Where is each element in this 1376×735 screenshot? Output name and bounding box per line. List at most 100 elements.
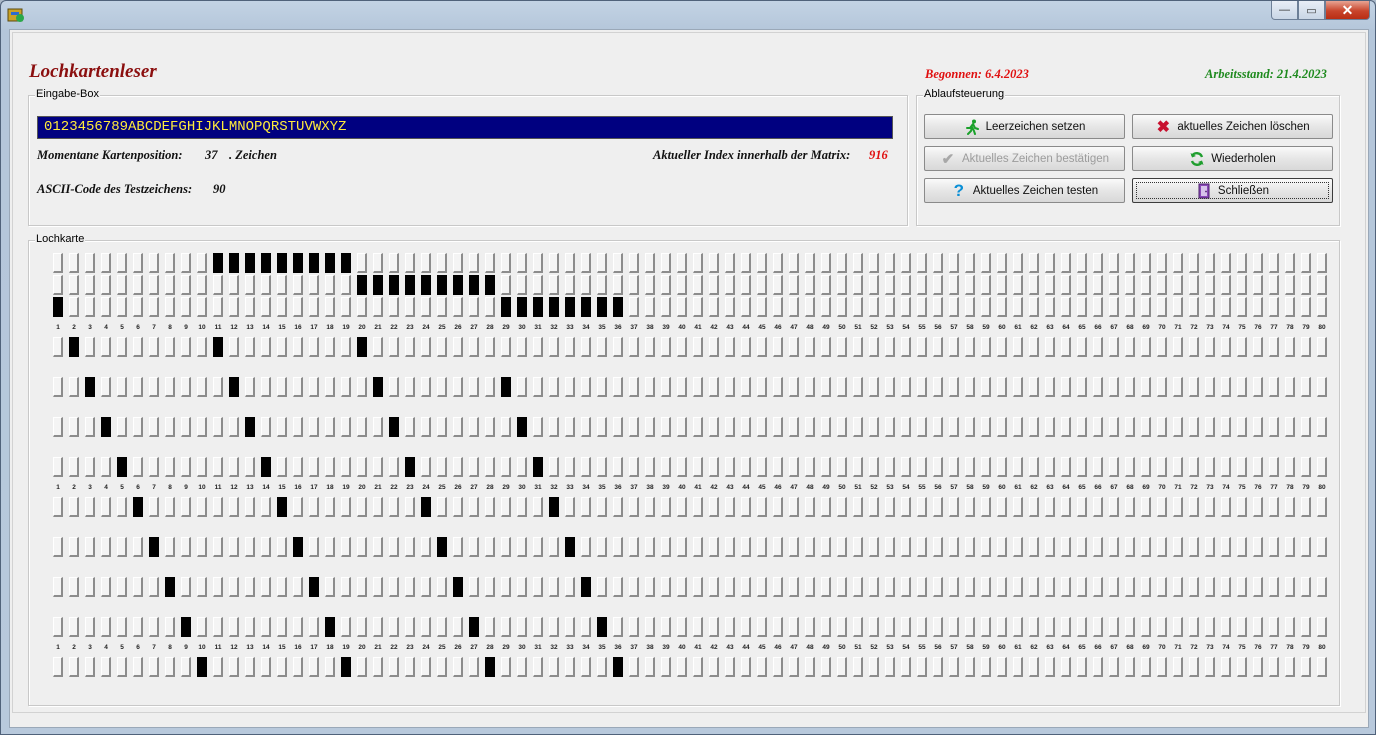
hole-position — [469, 253, 479, 273]
hole-position — [517, 337, 527, 357]
punched-hole — [341, 253, 351, 273]
hole-position — [1285, 457, 1295, 477]
hole-position — [133, 457, 143, 477]
schliessen-button[interactable]: Schließen — [1132, 178, 1333, 203]
hole-position — [1141, 253, 1151, 273]
hole-position — [1077, 417, 1087, 437]
zeichen-loeschen-button[interactable]: ✖ aktuelles Zeichen löschen — [1132, 114, 1333, 139]
column-number: 44 — [742, 324, 750, 331]
hole-position — [981, 457, 991, 477]
lochkarte-group: Lochkarte 1 2 3 4 5 6 7 8 9 10 11 12 13 14 15 16 17 18 19 2… — [28, 233, 1340, 706]
column-number: 45 — [758, 324, 766, 331]
hole-position — [581, 457, 591, 477]
column-number: 76 — [1254, 484, 1262, 491]
hole-position — [1205, 297, 1215, 317]
hole-position — [1285, 253, 1295, 273]
hole-position — [869, 275, 879, 295]
hole-position — [741, 577, 751, 597]
hole-position — [1301, 253, 1311, 273]
column-number: 17 — [310, 644, 318, 651]
hole-position — [1045, 577, 1055, 597]
wiederholen-button[interactable]: Wiederholen — [1132, 146, 1333, 171]
column-number: 9 — [184, 324, 188, 331]
close-button[interactable]: ✕ — [1325, 1, 1370, 20]
column-number: 52 — [870, 644, 878, 651]
column-number: 38 — [646, 324, 654, 331]
maximize-button[interactable]: ▭ — [1298, 1, 1325, 20]
minimize-button[interactable]: — — [1271, 1, 1298, 20]
hole-position — [1045, 275, 1055, 295]
hole-position — [469, 337, 479, 357]
hole-position — [1173, 275, 1183, 295]
leerzeichen-setzen-button[interactable]: Leerzeichen setzen — [924, 114, 1125, 139]
eingabe-input[interactable]: 0123456789ABCDEFGHIJKLMNOPQRSTUVWXYZ — [37, 116, 893, 139]
hole-position — [485, 417, 495, 437]
hole-position — [885, 297, 895, 317]
hole-position — [437, 253, 447, 273]
column-number: 36 — [614, 324, 622, 331]
hole-position — [597, 417, 607, 437]
hole-position — [933, 457, 943, 477]
hole-position — [1317, 457, 1327, 477]
hole-position — [1013, 497, 1023, 517]
hole-position — [53, 497, 63, 517]
column-number: 42 — [710, 644, 718, 651]
punched-hole — [565, 537, 575, 557]
hole-position — [1013, 457, 1023, 477]
zeichen-testen-button[interactable]: ? Aktuelles Zeichen testen — [924, 178, 1125, 203]
hole-position — [1205, 253, 1215, 273]
hole-position — [277, 377, 287, 397]
column-number: 64 — [1062, 484, 1070, 491]
zeichen-bestaetigen-button[interactable]: ✔ Aktuelles Zeichen bestätigen — [924, 146, 1125, 171]
hole-position — [789, 253, 799, 273]
hole-position — [805, 657, 815, 677]
hole-position — [1173, 617, 1183, 637]
punched-hole — [101, 417, 111, 437]
hole-position — [1237, 297, 1247, 317]
hole-position — [1189, 577, 1199, 597]
column-number: 46 — [774, 644, 782, 651]
hole-position — [149, 417, 159, 437]
hole-position — [997, 577, 1007, 597]
hole-position — [165, 377, 175, 397]
column-number: 3 — [88, 324, 92, 331]
hole-position — [309, 275, 319, 295]
column-number: 41 — [694, 644, 702, 651]
hole-position — [549, 337, 559, 357]
hole-position — [677, 537, 687, 557]
hole-position — [1045, 617, 1055, 637]
hole-position — [341, 577, 351, 597]
hole-position — [1125, 253, 1135, 273]
column-number: 6 — [136, 644, 140, 651]
hole-position — [309, 617, 319, 637]
column-number: 48 — [806, 484, 814, 491]
hole-position — [437, 377, 447, 397]
hole-position — [549, 377, 559, 397]
hole-position — [549, 657, 559, 677]
hole-position — [709, 457, 719, 477]
column-number: 14 — [262, 484, 270, 491]
hole-position — [421, 617, 431, 637]
punchcard-app-icon[interactable] — [7, 6, 25, 24]
hole-position — [741, 377, 751, 397]
hole-position — [1013, 297, 1023, 317]
hole-position — [773, 657, 783, 677]
title-bar[interactable]: — ▭ ✕ — [1, 1, 1375, 27]
column-number: 80 — [1318, 644, 1326, 651]
hole-position — [501, 497, 511, 517]
column-number: 48 — [806, 324, 814, 331]
hole-position — [997, 537, 1007, 557]
hole-position — [949, 617, 959, 637]
hole-position — [1221, 537, 1231, 557]
hole-position — [293, 337, 303, 357]
column-number: 22 — [390, 324, 398, 331]
hole-position — [885, 617, 895, 637]
hole-position — [1013, 617, 1023, 637]
hole-position — [1269, 417, 1279, 437]
column-number: 2 — [72, 484, 76, 491]
hole-position — [837, 537, 847, 557]
hole-position — [1205, 497, 1215, 517]
column-number: 67 — [1110, 644, 1118, 651]
hole-position — [373, 457, 383, 477]
hole-position — [853, 253, 863, 273]
